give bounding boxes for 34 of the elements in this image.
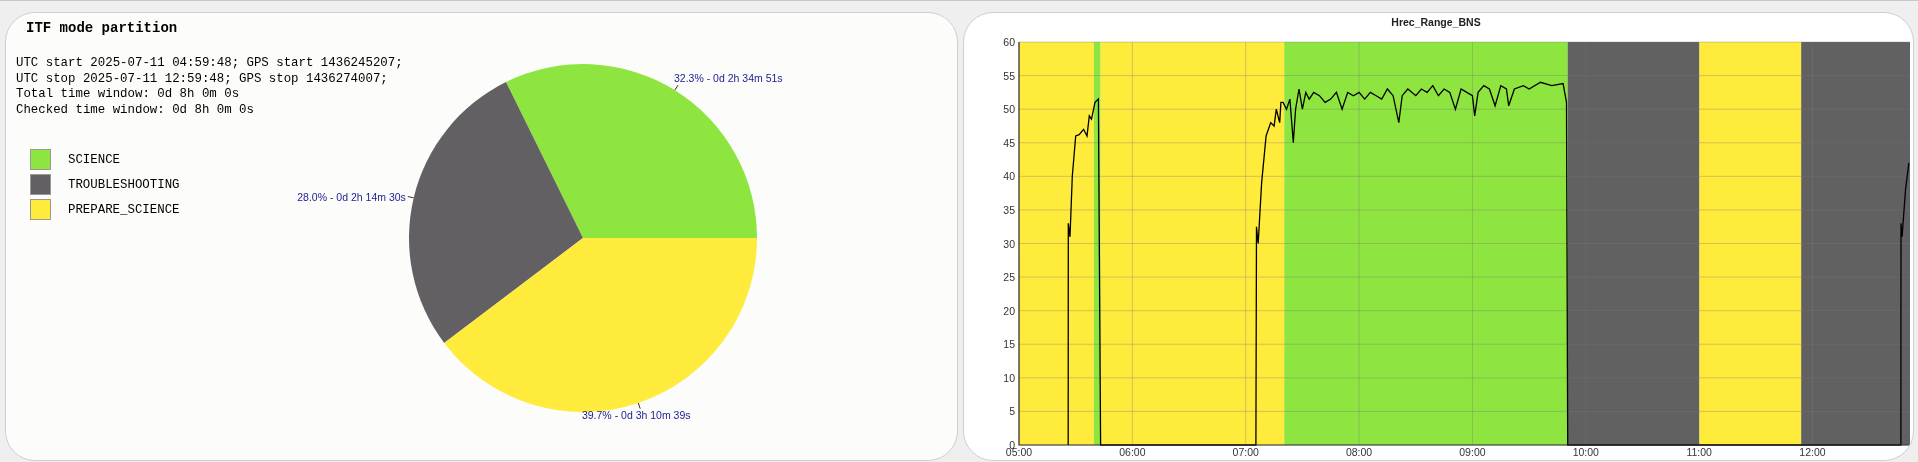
x-tick-label: 08:00 bbox=[1345, 446, 1373, 458]
chart-title: Hrec_Range_BNS bbox=[1391, 16, 1481, 28]
y-tick-label: 10 bbox=[1003, 371, 1015, 384]
info-line: Total time window: 0d 8h 0m 0s bbox=[16, 87, 240, 103]
x-tick-label: 11:00 bbox=[1686, 446, 1712, 458]
y-tick-label: 50 bbox=[1003, 103, 1015, 116]
info-line: UTC start 2025-07-11 04:59:48; GPS start 1436245207; bbox=[16, 56, 403, 72]
x-tick-label: 12:00 bbox=[1799, 446, 1826, 458]
slice-label: 39.7% - 0d 3h 10m 39s bbox=[581, 408, 691, 421]
slice-label: 32.3% - 0d 2h 34m 51s bbox=[674, 72, 783, 85]
y-tick-label: 25 bbox=[1003, 271, 1015, 284]
x-tick-label: 09:00 bbox=[1459, 446, 1486, 458]
y-tick-label: 45 bbox=[1003, 136, 1015, 149]
y-tick-label: 20 bbox=[1003, 304, 1015, 317]
leader-line bbox=[674, 84, 679, 91]
y-tick-label: 40 bbox=[1003, 170, 1015, 183]
chart-title: ITF mode partition bbox=[26, 19, 179, 37]
legend-label: PREPARE_SCIENCE bbox=[68, 202, 180, 217]
x-tick-label: 06:00 bbox=[1119, 446, 1146, 458]
x-tick-label: 07:00 bbox=[1232, 446, 1259, 458]
x-tick-label: 10:00 bbox=[1572, 446, 1599, 458]
slice-label: 28.0% - 0d 2h 14m 30s bbox=[297, 190, 406, 203]
y-tick-label: 60 bbox=[1003, 36, 1015, 48]
y-tick-label: 30 bbox=[1003, 237, 1015, 250]
legend-label: SCIENCE bbox=[68, 152, 121, 167]
info-line: Checked time window: 0d 8h 0m 0s bbox=[16, 102, 254, 119]
leader-line bbox=[407, 196, 415, 199]
legend-label: TROUBLESHOOTING bbox=[68, 177, 180, 192]
info-line: UTC stop 2025-07-11 12:59:48; GPS stop 1436274007; bbox=[16, 71, 388, 88]
leader-line bbox=[637, 402, 641, 410]
y-tick-label: 55 bbox=[1003, 69, 1015, 82]
y-tick-label: 5 bbox=[1009, 405, 1015, 418]
y-tick-label: 35 bbox=[1003, 203, 1015, 216]
y-tick-label: 15 bbox=[1003, 338, 1015, 351]
